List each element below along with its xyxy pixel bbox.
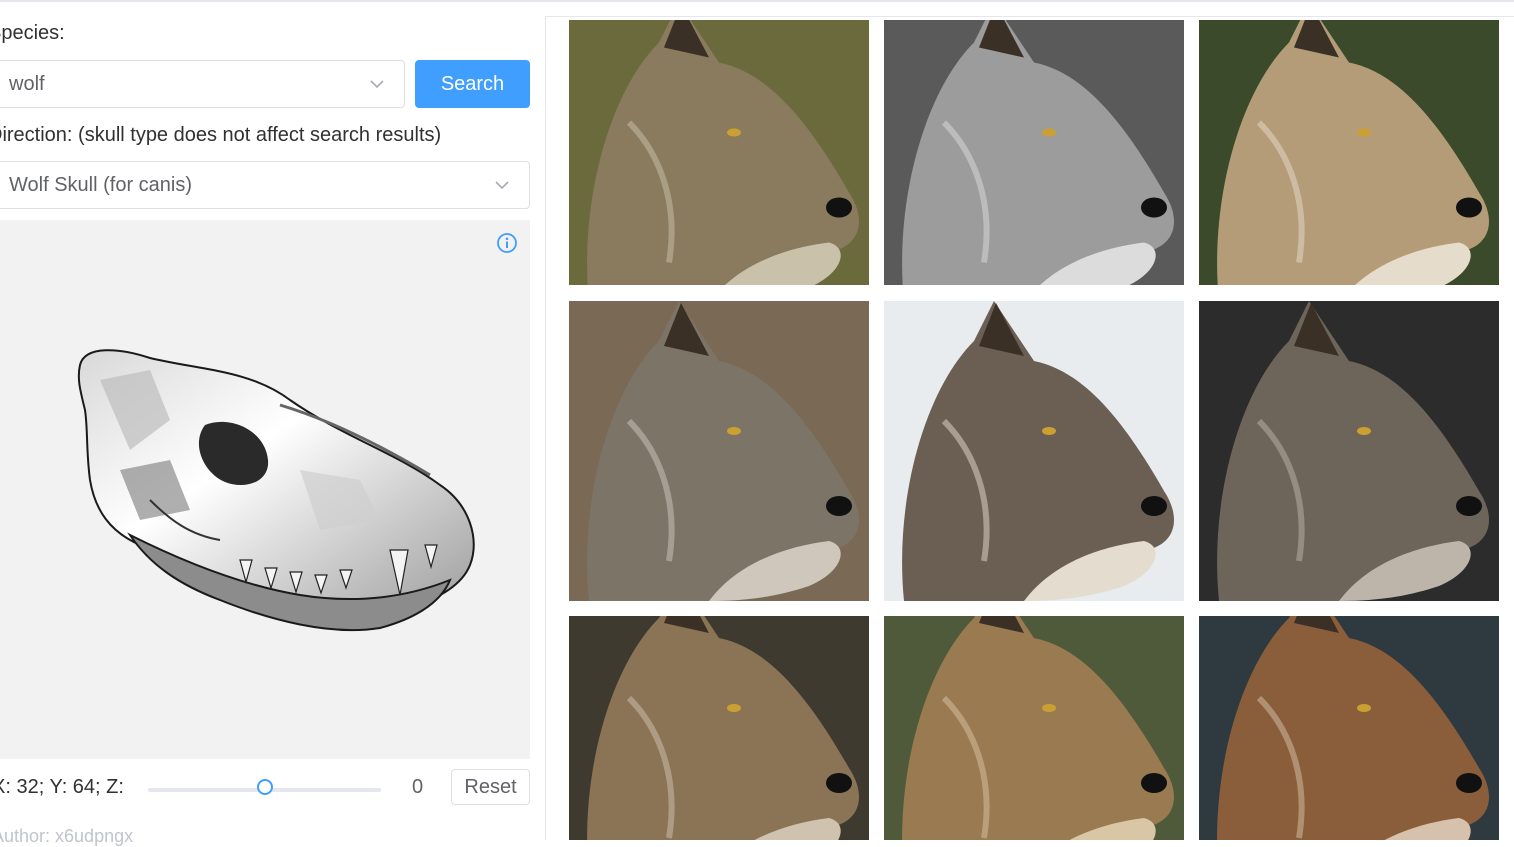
chevron-down-icon (495, 181, 509, 190)
chevron-down-icon (370, 80, 384, 89)
gallery-image-4[interactable] (569, 301, 869, 601)
top-border (0, 0, 1514, 2)
panel-divider (545, 16, 546, 840)
author-text: Author: x6udpngx (0, 826, 134, 846)
skull-3d-viewer[interactable] (0, 220, 530, 759)
wolf-photo (884, 301, 1184, 601)
gallery-image-8[interactable] (884, 616, 1184, 840)
wolf-photo (1199, 20, 1499, 285)
coords-label: X: 32; Y: 64; Z: (0, 776, 124, 798)
gallery-image-6[interactable] (1199, 301, 1499, 601)
z-slider-thumb[interactable] (256, 779, 273, 795)
wolf-photo (569, 20, 869, 285)
gallery-image-5[interactable] (884, 301, 1184, 601)
search-button[interactable]: Search (415, 60, 530, 108)
wolf-photo (884, 616, 1184, 840)
species-label: Species: (0, 22, 65, 44)
wolf-photo (569, 616, 869, 840)
gallery-image-3[interactable] (1199, 20, 1499, 285)
wolf-photo (1199, 616, 1499, 840)
gallery-image-9[interactable] (1199, 616, 1499, 840)
gallery-image-7[interactable] (569, 616, 869, 840)
species-select[interactable]: wolf (0, 60, 405, 108)
gallery-image-2[interactable] (884, 20, 1184, 285)
gallery-image-1[interactable] (569, 20, 869, 285)
wolf-photo (569, 301, 869, 601)
wolf-photo (1199, 301, 1499, 601)
reset-button[interactable]: Reset (451, 769, 530, 805)
wolf-skull-model (77, 349, 475, 632)
direction-select-value: Wolf Skull (for canis) (9, 173, 193, 196)
gallery-top-border (545, 16, 1514, 17)
wolf-photo (884, 20, 1184, 285)
direction-select[interactable]: Wolf Skull (for canis) (0, 161, 530, 209)
info-icon[interactable] (496, 232, 518, 254)
direction-label: Direction: (skull type does not affect s… (0, 124, 442, 146)
species-select-value: wolf (9, 72, 45, 95)
slider-value: 0 (412, 776, 424, 798)
